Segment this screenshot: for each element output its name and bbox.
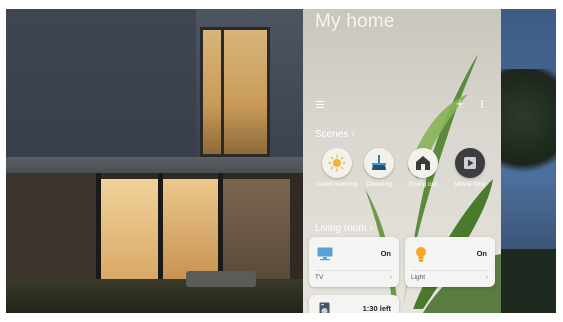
device-name: TV xyxy=(315,274,324,281)
chevron-right-icon: › xyxy=(485,274,488,281)
more-vertical-icon[interactable] xyxy=(481,100,484,109)
scene-label: Going out xyxy=(408,181,438,188)
scene-label: Good morning xyxy=(316,181,358,188)
device-state: On xyxy=(380,249,391,258)
scene-good-morning[interactable]: Good morning xyxy=(314,148,360,189)
device-card-washer[interactable]: 1:30 left xyxy=(309,295,399,313)
device-state: 1:30 left xyxy=(362,304,391,313)
menu-icon[interactable] xyxy=(316,101,324,108)
screenshot-frame: My home + Scenes › Good morning Cleaning… xyxy=(6,9,556,313)
house-pillar xyxy=(218,173,223,283)
device-card-light[interactable]: On Light › xyxy=(405,237,495,287)
page-title: My home xyxy=(315,11,395,32)
plus-icon[interactable]: + xyxy=(456,97,464,110)
broom-icon xyxy=(364,148,394,178)
scene-going-out[interactable]: Going out xyxy=(400,148,446,189)
background-ground-right xyxy=(496,249,556,313)
scene-cleaning[interactable]: Cleaning xyxy=(356,148,402,189)
tv-icon xyxy=(317,247,333,266)
scenes-header[interactable]: Scenes › xyxy=(315,129,354,140)
sun-icon xyxy=(322,148,352,178)
house-pillar xyxy=(158,173,163,283)
chevron-right-icon: › xyxy=(351,129,355,139)
outdoor-sofa xyxy=(186,271,256,287)
scene-label: Cleaning xyxy=(366,181,392,188)
house-icon xyxy=(408,148,438,178)
house-glass-panel xyxy=(160,179,218,279)
chevron-right-icon: › xyxy=(389,274,392,281)
device-state: On xyxy=(476,249,487,258)
chevron-right-icon: › xyxy=(369,223,373,233)
room-label: Living room xyxy=(315,223,367,234)
house-pillar xyxy=(96,173,101,283)
house-overhang xyxy=(6,157,306,173)
device-name: Light xyxy=(411,274,426,281)
house-upper-window xyxy=(200,27,270,157)
scene-movie-time[interactable]: Movie time xyxy=(447,148,493,189)
house-glass-panel xyxy=(220,179,290,279)
play-icon xyxy=(455,148,485,178)
washer-icon xyxy=(319,302,330,313)
lightbulb-icon xyxy=(415,246,427,267)
house-left-wall xyxy=(6,173,96,283)
device-card-tv[interactable]: On TV › xyxy=(309,237,399,287)
lawn xyxy=(6,279,306,313)
scene-label: Movie time xyxy=(454,181,486,188)
background-tree xyxy=(501,69,556,189)
house-glass-panel xyxy=(98,179,158,279)
room-header[interactable]: Living room › xyxy=(315,223,373,234)
smart-home-panel: My home + Scenes › Good morning Cleaning… xyxy=(303,9,501,313)
scenes-label: Scenes xyxy=(315,129,349,140)
